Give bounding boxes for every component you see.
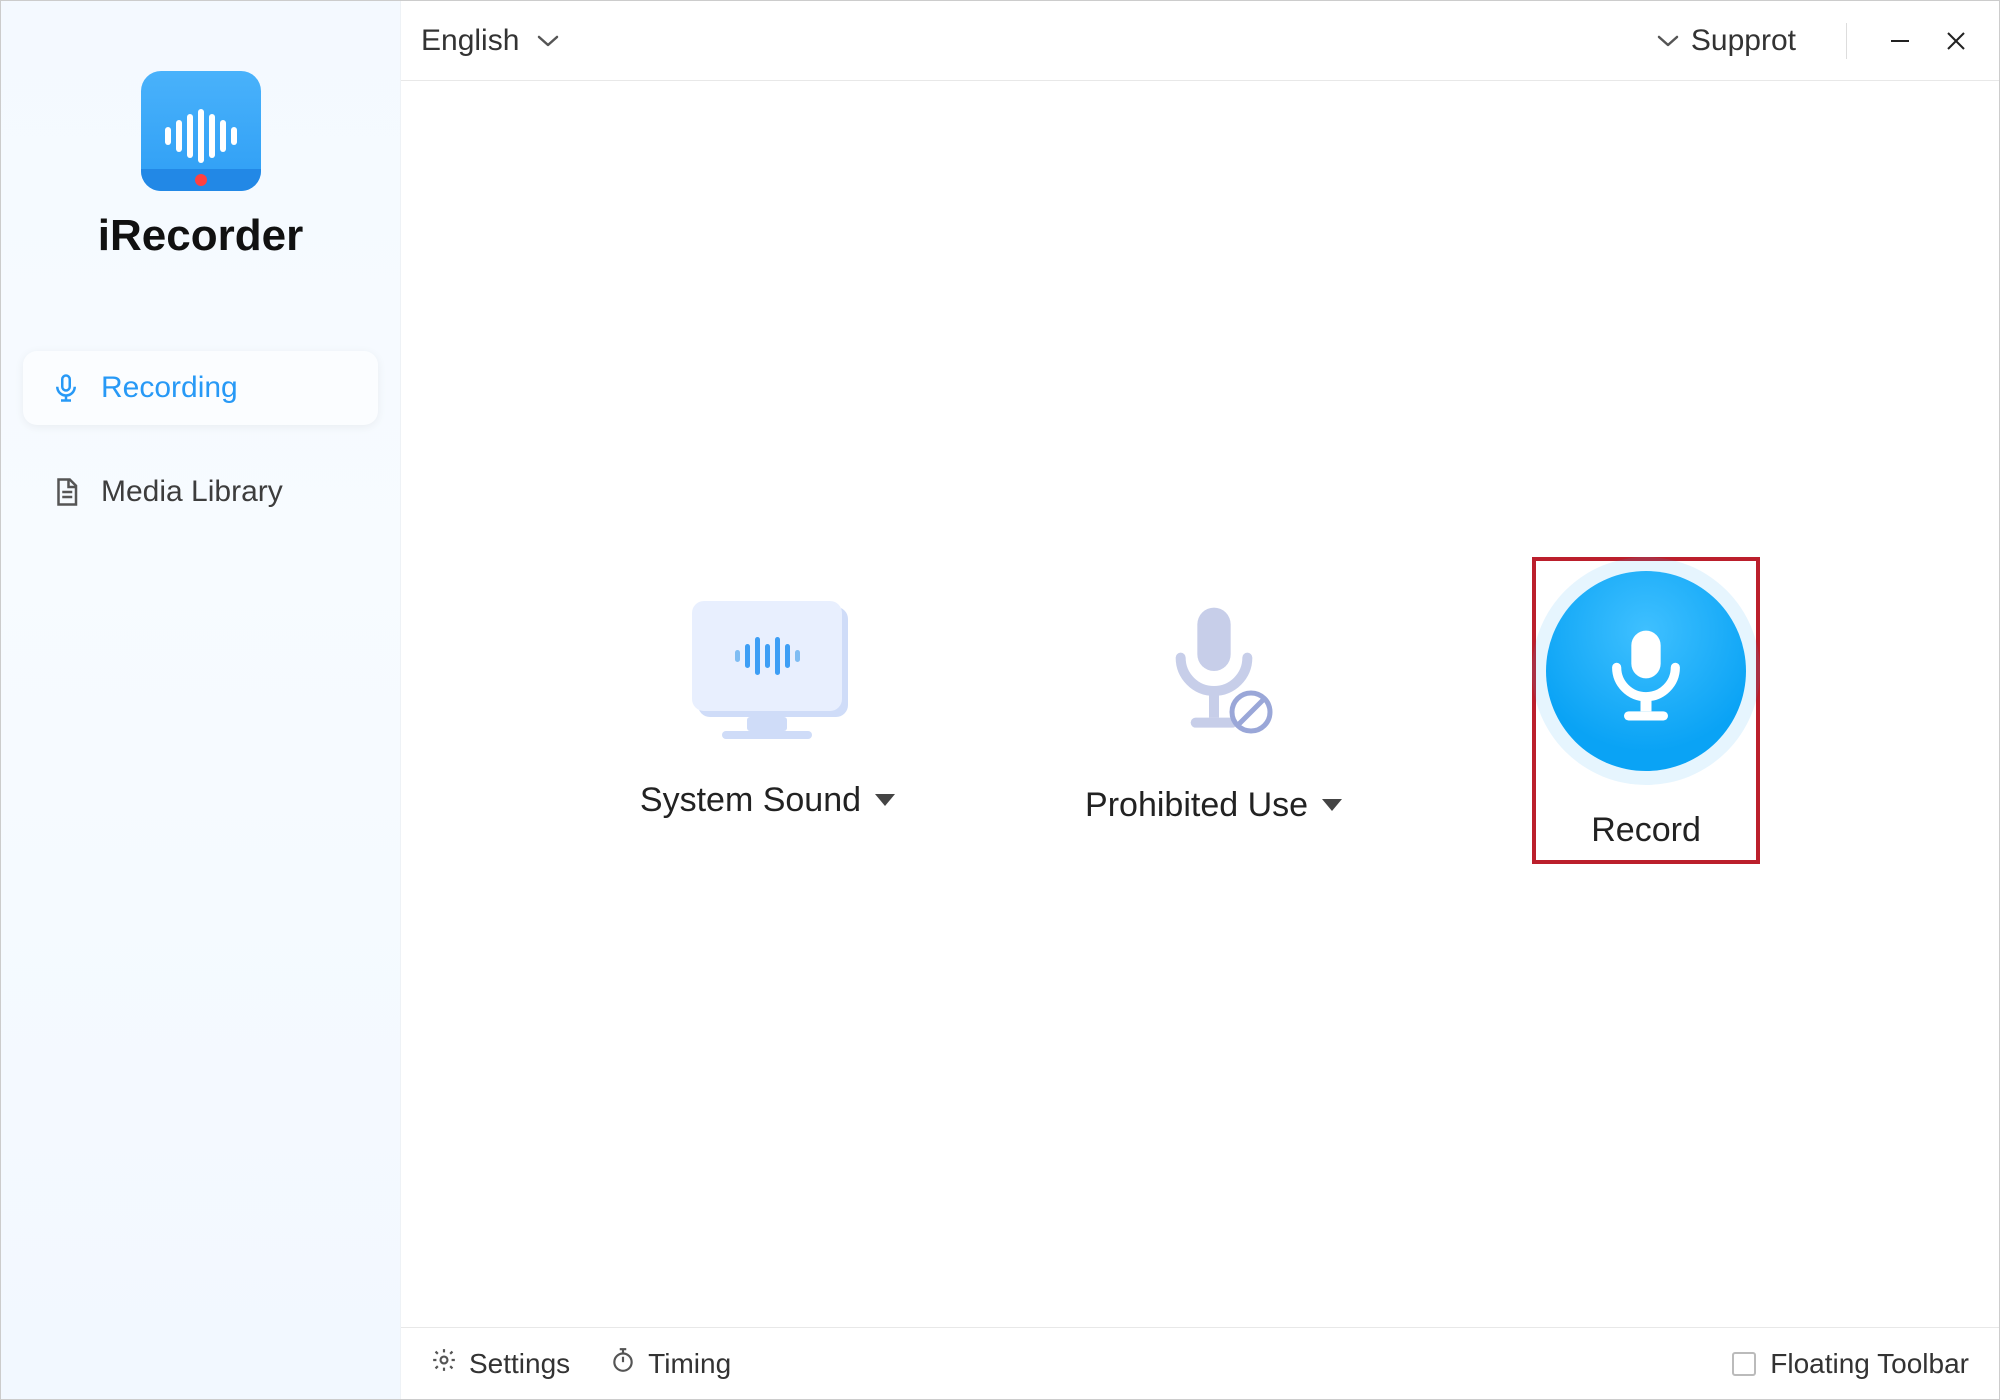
sidebar-item-label: Media Library [101,475,283,509]
caret-down-icon [1322,799,1342,811]
topbar: English Supprot [401,1,1999,81]
monitor-icon [687,601,847,741]
checkbox-icon [1732,1352,1756,1376]
timing-button[interactable]: Timing [610,1347,731,1380]
caret-down-icon [875,794,895,806]
sidebar-item-label: Recording [101,371,238,405]
sidebar-item-media-library[interactable]: Media Library [23,455,378,529]
record-circle-icon [1546,571,1746,771]
system-sound-dropdown[interactable]: System Sound [640,601,895,820]
document-icon [51,477,81,507]
app-window: iRecorder Recording [0,0,2000,1400]
settings-label: Settings [469,1348,570,1380]
main-content: System Sound [401,81,1999,1399]
support-dropdown[interactable]: Supprot [1657,24,1796,58]
gear-icon [431,1347,457,1380]
app-logo-icon [141,71,261,191]
footer: Settings Timing Floating Toolbar [401,1327,1999,1399]
minimize-button[interactable] [1877,18,1923,64]
floating-toolbar-toggle[interactable]: Floating Toolbar [1732,1348,1969,1380]
support-label: Supprot [1691,24,1796,58]
sidebar-item-recording[interactable]: Recording [23,351,378,425]
main-pane: English Supprot [401,1,1999,1399]
language-label: English [421,24,519,58]
system-sound-label: System Sound [640,781,861,820]
language-dropdown[interactable]: English [421,24,559,58]
chevron-down-icon [537,34,559,48]
timing-label: Timing [648,1348,731,1380]
floating-toolbar-label: Floating Toolbar [1770,1348,1969,1380]
sidebar-nav: Recording Media Library [1,351,400,529]
chevron-down-icon [1657,34,1679,48]
settings-button[interactable]: Settings [431,1347,570,1380]
close-button[interactable] [1933,18,1979,64]
divider [1846,23,1847,59]
sidebar: iRecorder Recording [1,1,401,1399]
stopwatch-icon [610,1347,636,1380]
record-button[interactable]: Record [1532,557,1760,864]
record-label: Record [1591,811,1701,850]
prohibited-use-label: Prohibited Use [1085,786,1308,825]
logo-block: iRecorder [1,71,400,261]
app-name: iRecorder [98,211,303,261]
microphone-icon [51,373,81,403]
microphone-disabled-icon [1139,596,1289,746]
prohibited-use-dropdown[interactable]: Prohibited Use [1085,596,1342,825]
ban-icon [1227,688,1275,736]
